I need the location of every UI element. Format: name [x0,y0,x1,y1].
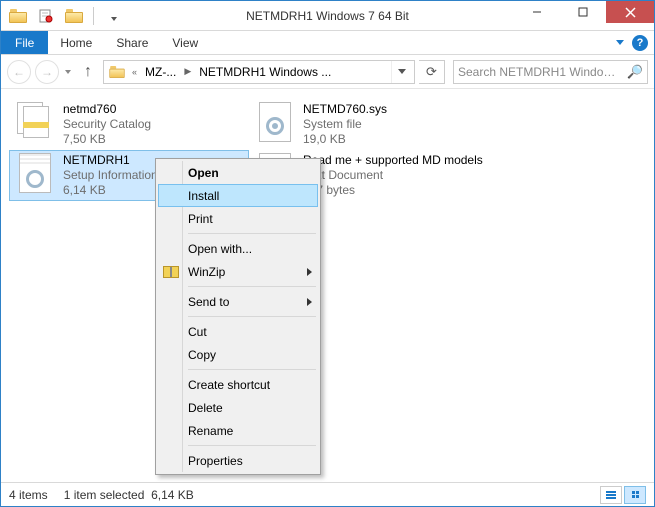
search-icon: 🔍 [627,64,643,80]
system-menu-icon[interactable] [7,5,29,27]
view-large-icons-button[interactable] [624,486,646,504]
window-title: NETMDRH1 Windows 7 64 Bit [246,9,409,23]
qat-properties-button[interactable] [35,5,57,27]
ctx-cut[interactable]: Cut [158,320,318,343]
ctx-rename[interactable]: Rename [158,419,318,442]
file-name: NETMDRH1 [63,153,158,168]
forward-button[interactable]: → [35,60,59,84]
file-list: netmd760 Security Catalog 7,50 KB NETMD7… [1,91,654,482]
ctx-install[interactable]: Install [158,184,318,207]
title-bar: NETMDRH1 Windows 7 64 Bit [1,1,654,31]
ctx-properties[interactable]: Properties [158,449,318,472]
view-tab[interactable]: View [160,31,210,54]
folder-icon [109,66,124,78]
status-count: 4 items [9,488,48,502]
file-item[interactable]: NETMD760.sys System file 19,0 KB [249,99,549,150]
file-size: 427 bytes [303,183,483,198]
file-size: 6,14 KB [63,183,158,198]
submenu-arrow-icon [307,298,312,306]
help-icon[interactable]: ? [632,35,648,51]
context-menu: Open Install Print Open with... WinZip S… [155,158,321,475]
up-button[interactable]: ↑ [77,61,99,83]
sys-file-icon [255,102,295,142]
ctx-open[interactable]: Open [158,161,318,184]
back-button[interactable]: ← [7,60,31,84]
search-box[interactable]: Search NETMDRH1 Windows ... 🔍 [453,60,648,84]
inf-file-icon [15,153,55,193]
file-name: netmd760 [63,102,151,117]
file-type: Text Document [303,168,483,183]
ribbon: File Home Share View ? [1,31,654,55]
ctx-open-with[interactable]: Open with... [158,237,318,260]
close-button[interactable] [606,1,654,23]
chevron-right-icon[interactable]: ▶ [182,66,193,77]
file-type: Security Catalog [63,117,151,132]
ctx-delete[interactable]: Delete [158,396,318,419]
ctx-send-to[interactable]: Send to [158,290,318,313]
file-name: NETMD760.sys [303,102,387,117]
navigation-bar: ← → ↑ « MZ-... ▶ NETMDRH1 Windows ... ⟳ … [1,55,654,89]
ctx-winzip[interactable]: WinZip [158,260,318,283]
home-tab[interactable]: Home [48,31,104,54]
share-tab[interactable]: Share [104,31,160,54]
status-selection: 1 item selected 6,14 KB [64,488,194,502]
file-type: Setup Information [63,168,158,183]
winzip-icon [163,266,179,278]
qat-new-folder-button[interactable] [63,5,85,27]
window-controls [514,1,654,23]
file-name: Read me + supported MD models [303,153,483,168]
maximize-button[interactable] [560,1,606,23]
qat-customize-button[interactable] [102,5,124,27]
history-dropdown[interactable] [63,70,73,74]
breadcrumb-seg-2[interactable]: NETMDRH1 Windows ... [195,65,335,79]
ctx-create-shortcut[interactable]: Create shortcut [158,373,318,396]
status-bar: 4 items 1 item selected 6,14 KB [1,482,654,506]
quick-access-toolbar [1,5,124,27]
file-item[interactable]: netmd760 Security Catalog 7,50 KB [9,99,249,150]
minimize-button[interactable] [514,1,560,23]
ribbon-expand-button[interactable] [616,40,624,45]
address-dropdown[interactable] [391,61,412,83]
breadcrumb-seg-1[interactable]: MZ-... [141,65,180,79]
refresh-button[interactable]: ⟳ [419,60,445,84]
search-placeholder: Search NETMDRH1 Windows ... [458,65,623,79]
chevron-left-icon[interactable]: « [130,67,139,77]
ctx-print[interactable]: Print [158,207,318,230]
file-type: System file [303,117,387,132]
ctx-copy[interactable]: Copy [158,343,318,366]
address-bar[interactable]: « MZ-... ▶ NETMDRH1 Windows ... [103,60,415,84]
view-details-button[interactable] [600,486,622,504]
file-size: 7,50 KB [63,132,151,147]
submenu-arrow-icon [307,268,312,276]
file-tab[interactable]: File [1,31,48,54]
security-catalog-icon [15,102,55,142]
file-size: 19,0 KB [303,132,387,147]
